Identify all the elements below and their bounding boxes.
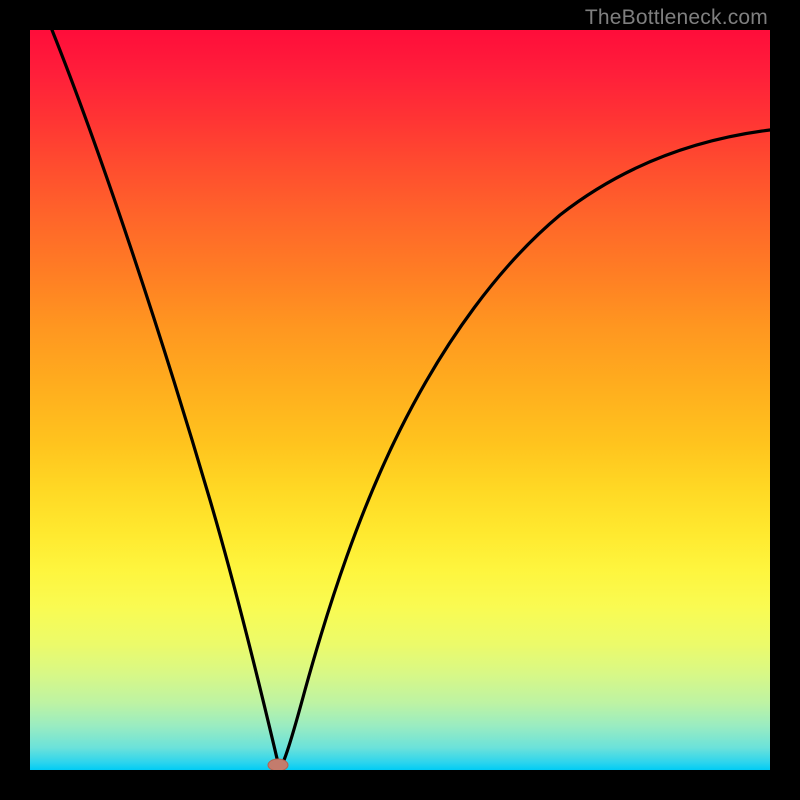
bottleneck-curve xyxy=(52,30,770,767)
plot-area xyxy=(30,30,770,770)
minimum-marker xyxy=(268,759,288,770)
watermark-text: TheBottleneck.com xyxy=(585,6,768,30)
curve-layer xyxy=(30,30,770,770)
chart-frame: TheBottleneck.com xyxy=(0,0,800,800)
